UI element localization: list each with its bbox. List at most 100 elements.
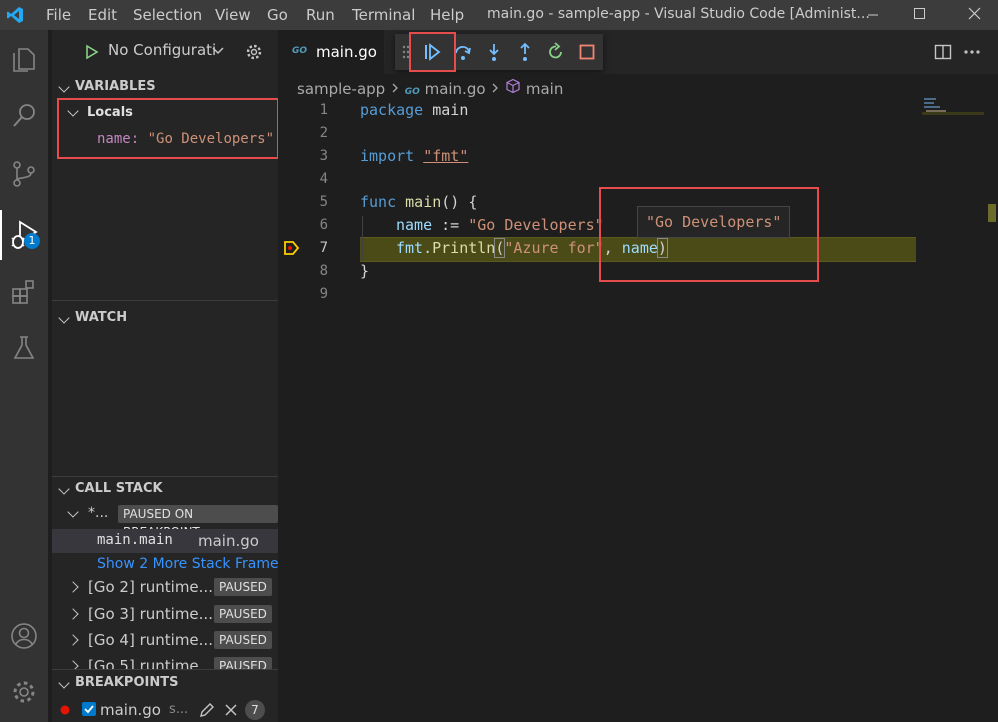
call-stack-thread-main[interactable]: *... PAUSED ON BREAKPOINT <box>52 503 278 539</box>
breadcrumb-folder[interactable]: sample-app <box>297 80 385 98</box>
minimize-icon <box>868 14 878 16</box>
debug-config-label: No Configurati <box>108 41 217 59</box>
more-actions-icon[interactable] <box>962 44 982 60</box>
debug-settings-gear-icon[interactable] <box>245 43 263 61</box>
stop-icon[interactable] <box>577 42 597 62</box>
breadcrumb-symbol[interactable]: main <box>526 80 563 98</box>
accounts-icon[interactable] <box>8 620 40 652</box>
menu-run[interactable]: Run <box>306 6 335 24</box>
breakpoint-line-badge: 7 <box>245 700 265 720</box>
remove-breakpoint-close-icon[interactable] <box>224 703 238 717</box>
code-line-8: } <box>360 262 370 280</box>
breakpoints-section-header[interactable]: BREAKPOINTS <box>52 672 278 694</box>
breadcrumb-file[interactable]: main.go <box>425 80 486 98</box>
active-view-indicator <box>0 210 2 260</box>
thread-status-badge: PAUSED <box>214 631 272 649</box>
thread-name: [Go 5] runtime.... <box>88 657 218 669</box>
minimap[interactable] <box>922 96 984 120</box>
thread-name: *... <box>88 505 109 521</box>
hover-highlight-box <box>599 187 819 282</box>
chevron-right-icon <box>392 83 398 93</box>
code-editor[interactable]: sample-app GO main.go main 1 2 3 4 5 6 7… <box>278 74 998 722</box>
maximize-button[interactable] <box>896 0 942 30</box>
call-stack-section-header[interactable]: CALL STACK <box>52 478 278 500</box>
manage-gear-icon[interactable] <box>8 676 40 708</box>
line-number: 1 <box>319 102 328 118</box>
extensions-icon[interactable] <box>8 276 40 308</box>
thread-status-badge: PAUSED <box>214 605 272 623</box>
maximize-icon <box>914 8 925 19</box>
line-number: 8 <box>319 263 328 279</box>
edit-pencil-icon[interactable] <box>198 701 216 719</box>
line-number: 6 <box>319 217 328 233</box>
breakpoint-dot-icon <box>60 705 70 715</box>
stack-frame-main[interactable]: main.main main.go <box>52 529 278 553</box>
search-icon[interactable] <box>8 100 40 132</box>
menu-help[interactable]: Help <box>430 6 464 24</box>
watch-section-header[interactable]: WATCH <box>52 307 278 329</box>
call-stack-thread[interactable]: [Go 3] runtime.... PAUSED <box>52 603 278 625</box>
show-more-frames-link[interactable]: Show 2 More Stack Frames <box>97 556 278 572</box>
menu-view[interactable]: View <box>215 6 251 24</box>
close-icon <box>968 7 981 20</box>
tab-main-go[interactable]: GO main.go <box>278 30 384 74</box>
call-stack-thread[interactable]: [Go 2] runtime.... PAUSED <box>52 576 278 598</box>
thread-status-badge: PAUSED <box>214 578 272 596</box>
stack-frame-file: main.go <box>198 532 259 550</box>
thread-status-badge: PAUSED <box>214 657 272 669</box>
call-stack-thread[interactable]: [Go 4] runtime.... PAUSED <box>52 629 278 651</box>
restart-icon[interactable] <box>546 42 566 62</box>
breakpoint-item[interactable]: main.go s... 7 <box>52 698 278 722</box>
debug-sidebar: No Configurati VARIABLES Locals name: "G… <box>52 30 278 722</box>
chevron-down-icon[interactable] <box>212 46 224 56</box>
code-line-6: name := "Go Developers" <box>396 216 604 234</box>
call-stack-thread[interactable]: [Go 5] runtime.... PAUSED <box>52 655 278 669</box>
step-out-icon[interactable] <box>515 42 535 62</box>
debug-badge: 1 <box>24 233 40 249</box>
menu-selection[interactable]: Selection <box>133 6 202 24</box>
vscode-logo-icon <box>7 7 23 23</box>
title-bar: File Edit Selection View Go Run Terminal… <box>0 0 998 30</box>
menu-terminal[interactable]: Terminal <box>352 6 415 24</box>
scrollbar-marker <box>988 204 996 222</box>
symbol-cube-icon <box>506 78 520 94</box>
thread-name: [Go 3] runtime.... <box>88 605 218 623</box>
code-line-1: package main <box>360 101 469 119</box>
continue-highlight-box <box>409 32 456 72</box>
menu-file[interactable]: File <box>46 6 71 24</box>
indent-guide <box>362 216 363 260</box>
stack-frame-function: main.main <box>97 532 173 548</box>
source-control-icon[interactable] <box>8 158 40 190</box>
line-number: 2 <box>319 125 328 141</box>
chevron-right-icon <box>492 83 499 93</box>
tab-label: main.go <box>316 43 377 61</box>
line-number: 4 <box>319 171 328 187</box>
paused-breakpoint-arrow-icon[interactable] <box>283 240 299 256</box>
close-window-button[interactable] <box>952 0 998 30</box>
code-line-3: import "fmt" <box>360 147 469 165</box>
start-debugging-icon[interactable] <box>84 44 100 60</box>
breakpoint-file: main.go <box>100 701 161 719</box>
breadcrumb: sample-app GO main.go main <box>297 78 563 98</box>
locals-highlight-box <box>57 98 278 159</box>
menu-edit[interactable]: Edit <box>88 6 117 24</box>
code-line-5: func main() { <box>360 193 478 211</box>
step-over-icon[interactable] <box>453 42 473 62</box>
minimize-button[interactable] <box>850 0 896 30</box>
line-number: 9 <box>319 286 328 302</box>
thread-name: [Go 4] runtime.... <box>88 631 218 649</box>
go-file-icon: GO <box>292 46 308 56</box>
testing-icon[interactable] <box>8 332 40 364</box>
split-editor-icon[interactable] <box>934 43 952 61</box>
thread-name: [Go 2] runtime.... <box>88 578 218 596</box>
editor-tab-bar: GO main.go <box>278 30 998 74</box>
breakpoint-path: s... <box>169 702 189 717</box>
step-into-icon[interactable] <box>484 42 504 62</box>
breakpoint-checkbox[interactable] <box>82 702 96 716</box>
debug-config-select[interactable]: No Configurati <box>108 41 228 63</box>
menu-go[interactable]: Go <box>267 6 288 24</box>
explorer-icon[interactable] <box>8 44 40 76</box>
variables-section-header[interactable]: VARIABLES <box>52 76 278 98</box>
line-number: 5 <box>319 194 328 210</box>
thread-status-badge: PAUSED ON BREAKPOINT <box>118 505 278 539</box>
